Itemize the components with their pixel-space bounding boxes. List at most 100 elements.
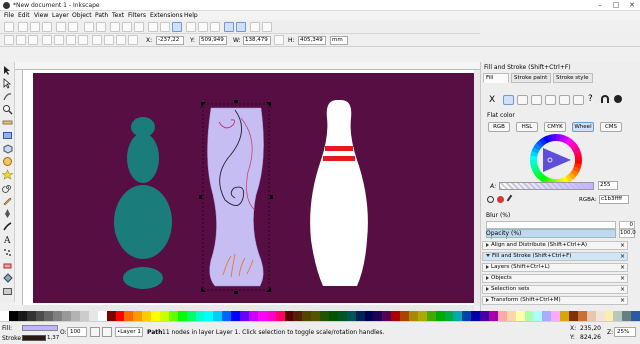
palette-swatch[interactable] <box>115 311 125 321</box>
pattern-icon[interactable] <box>559 95 570 105</box>
node-tool-icon[interactable] <box>2 78 13 89</box>
palette-swatch[interactable] <box>293 311 303 321</box>
palette-swatch[interactable] <box>231 311 241 321</box>
palette-swatch[interactable] <box>328 311 338 321</box>
duplicate-icon[interactable] <box>186 22 196 32</box>
paste-icon[interactable] <box>134 22 144 32</box>
palette-swatch[interactable] <box>320 311 329 321</box>
palette-swatch[interactable] <box>44 311 54 321</box>
palette-swatch[interactable] <box>613 311 623 321</box>
teal-bottom-ellipse[interactable] <box>123 267 163 289</box>
palette-swatch[interactable] <box>444 311 454 321</box>
palette-swatch[interactable] <box>106 311 116 321</box>
minimize-button[interactable]: – <box>592 0 608 11</box>
vertical-ruler[interactable] <box>15 70 23 305</box>
blur-slider[interactable] <box>486 221 616 229</box>
dock-selection-sets[interactable]: Selection sets × <box>482 285 628 294</box>
eraser-tool-icon[interactable] <box>2 260 13 271</box>
fill-rule-evenodd-icon[interactable] <box>601 95 609 103</box>
ellipse-tool-icon[interactable] <box>2 156 13 167</box>
close-dock-icon[interactable]: × <box>620 242 625 249</box>
box3d-tool-icon[interactable] <box>2 143 13 154</box>
close-dock-icon[interactable]: × <box>620 286 625 293</box>
palette-swatch[interactable] <box>622 311 632 321</box>
rotate-ccw-icon[interactable] <box>42 35 52 45</box>
palette-swatch[interactable] <box>133 311 143 321</box>
palette-swatch[interactable] <box>195 311 205 321</box>
zoom-drawing-icon[interactable] <box>160 22 170 32</box>
palette-swatch[interactable] <box>373 311 383 321</box>
palette-swatch[interactable] <box>631 311 640 321</box>
color-managed-icon[interactable] <box>487 196 494 203</box>
dock-layers[interactable]: Layers (Shift+Ctrl+L) × <box>482 263 628 272</box>
fill-indicator-swatch[interactable] <box>22 325 58 331</box>
spiral-tool-icon[interactable] <box>2 182 13 193</box>
cut-icon[interactable] <box>122 22 132 32</box>
current-layer-select[interactable]: •Layer 1 <box>115 327 143 337</box>
palette-swatch[interactable] <box>382 311 392 321</box>
menu-file[interactable]: File <box>4 12 14 19</box>
tab-stroke-style[interactable]: Stroke style <box>553 73 593 83</box>
menu-edit[interactable]: Edit <box>18 12 30 19</box>
select-all-icon[interactable] <box>4 35 14 45</box>
palette-swatch[interactable] <box>453 311 463 321</box>
palette-swatch[interactable] <box>337 311 347 321</box>
palette-swatch[interactable] <box>240 311 249 321</box>
palette-swatch[interactable] <box>257 311 267 321</box>
palette-swatch[interactable] <box>35 311 45 321</box>
menu-object[interactable]: Object <box>72 12 92 19</box>
text-font-icon[interactable] <box>250 22 260 32</box>
palette-swatch[interactable] <box>355 311 365 321</box>
palette-swatch[interactable] <box>497 311 507 321</box>
lower-icon[interactable] <box>116 35 126 45</box>
palette-swatch[interactable] <box>604 311 614 321</box>
mode-hsl[interactable]: HSL <box>516 122 538 132</box>
flip-vertical-icon[interactable] <box>78 35 88 45</box>
print-icon[interactable] <box>42 22 52 32</box>
zoom-selection-icon[interactable] <box>148 22 158 32</box>
lower-bottom-icon[interactable] <box>128 35 138 45</box>
stroke-width[interactable]: 1,37 <box>47 335 59 341</box>
palette-swatch[interactable] <box>17 311 27 321</box>
measure-tool-icon[interactable] <box>2 117 13 128</box>
spray-tool-icon[interactable] <box>2 247 13 258</box>
unit-select[interactable]: mm <box>330 36 348 45</box>
palette-swatch[interactable] <box>204 311 214 321</box>
text-tool-icon[interactable]: A <box>2 234 13 245</box>
x-field[interactable]: -237,22 <box>156 36 184 45</box>
palette-swatch[interactable] <box>88 311 98 321</box>
opacity-o-field[interactable]: 100 <box>67 327 87 337</box>
palette-swatch[interactable] <box>168 311 178 321</box>
flat-color-icon[interactable] <box>503 95 514 105</box>
maximize-button[interactable]: □ <box>608 0 624 11</box>
raise-icon[interactable] <box>104 35 114 45</box>
palette-swatch[interactable] <box>213 311 223 321</box>
palette-swatch[interactable] <box>551 311 561 321</box>
vase-path[interactable] <box>207 107 264 287</box>
select-all-layers-icon[interactable] <box>16 35 26 45</box>
radial-gradient-icon[interactable] <box>531 95 542 105</box>
new-document-icon[interactable] <box>4 22 14 32</box>
menu-path[interactable]: Path <box>95 12 108 19</box>
mode-wheel[interactable]: Wheel <box>572 122 594 132</box>
palette-swatch[interactable] <box>284 311 294 321</box>
redo-icon[interactable] <box>96 22 106 32</box>
palette-swatch[interactable] <box>71 311 81 321</box>
palette-swatch[interactable] <box>569 311 578 321</box>
palette-swatch[interactable] <box>391 311 401 321</box>
pen-tool-icon[interactable] <box>2 208 13 219</box>
canvas[interactable] <box>23 70 475 305</box>
palette-swatch[interactable] <box>471 311 481 321</box>
opacity-field[interactable]: 100,0 <box>619 229 636 238</box>
tab-fill[interactable]: Fill <box>483 73 509 83</box>
palette-swatch[interactable] <box>435 311 445 321</box>
menu-extensions[interactable]: Extensions <box>150 12 183 19</box>
w-field[interactable]: 138,479 <box>243 36 271 45</box>
palette-swatch[interactable] <box>426 311 436 321</box>
flip-horizontal-icon[interactable] <box>66 35 76 45</box>
color-wheel[interactable] <box>529 133 583 187</box>
palette-swatch[interactable] <box>124 311 134 321</box>
copy-icon[interactable] <box>110 22 120 32</box>
linear-gradient-icon[interactable] <box>517 95 528 105</box>
palette-swatch[interactable] <box>0 311 9 321</box>
